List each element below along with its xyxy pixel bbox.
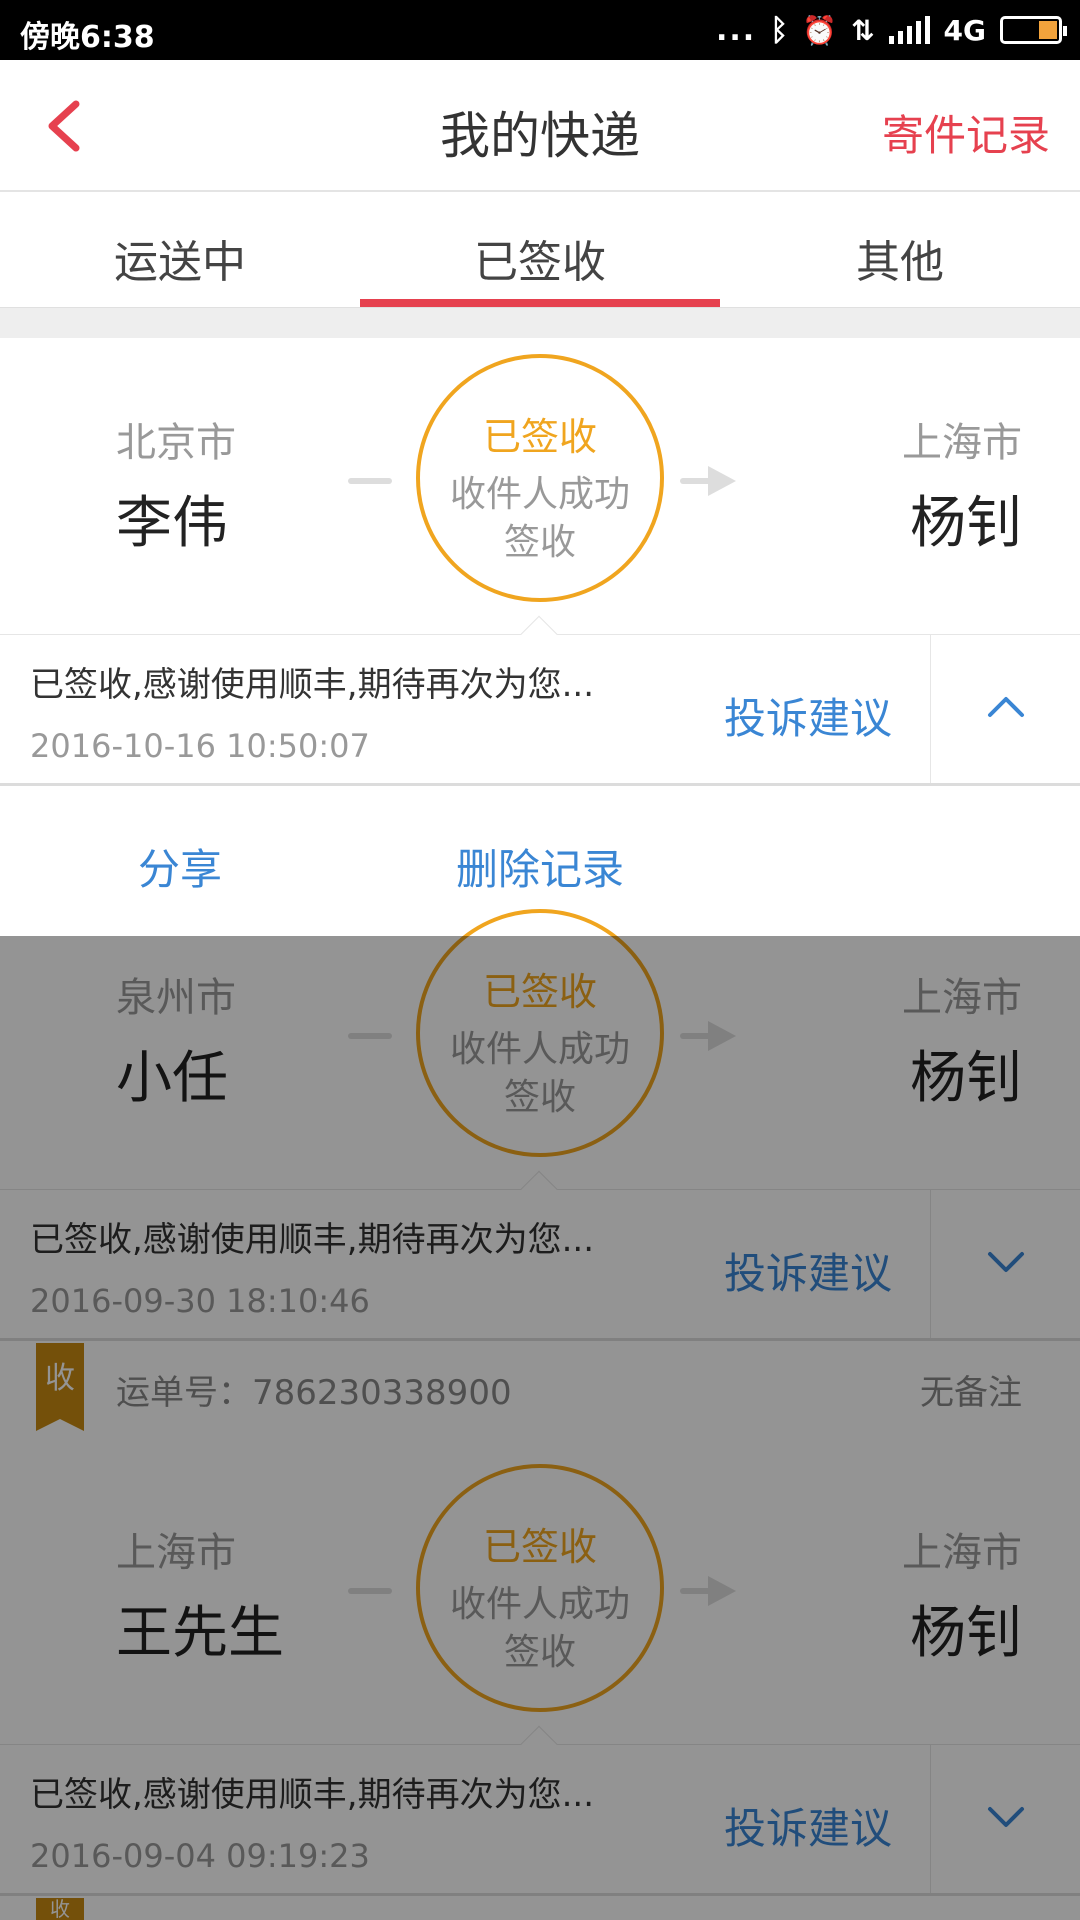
- network-type: 4G: [943, 13, 986, 47]
- status-icons: ... ᛒ ⏰ ⇅ 4G: [715, 10, 1067, 50]
- received-badge-label: 收: [45, 1361, 75, 1396]
- origin-city: 北京市: [116, 420, 236, 466]
- tab-signed[interactable]: 已签收: [360, 192, 720, 307]
- alarm-icon: ⏰: [802, 13, 838, 47]
- tracking-message: 已签收,感谢使用顺丰,期待再次为您...: [30, 1775, 595, 1815]
- status-description: 收件人成功签收: [449, 1584, 630, 1673]
- sender-name: 李伟: [116, 491, 228, 556]
- route-dash: [348, 478, 392, 484]
- waybill-header-partial: 收: [0, 1898, 1080, 1920]
- chevron-up-icon[interactable]: [984, 685, 1028, 729]
- send-records-link[interactable]: 寄件记录: [882, 102, 1050, 163]
- delete-record-button[interactable]: 删除记录: [456, 836, 624, 897]
- nav-bar: 我的快递 寄件记录: [0, 60, 1080, 192]
- battery-icon: [1000, 16, 1067, 44]
- status-circle: 已签收 收件人成功签收: [416, 354, 664, 602]
- tracking-message-row[interactable]: 已签收,感谢使用顺丰,期待再次为您... 2016-10-16 10:50:07…: [0, 615, 1080, 786]
- route-dash: [348, 1033, 392, 1039]
- tab-bar: 运送中 已签收 其他: [0, 192, 1080, 308]
- tracking-timestamp: 2016-09-04 09:19:23: [30, 1837, 370, 1875]
- bluetooth-icon: ᛒ: [770, 12, 789, 48]
- waybill-note: 无备注: [920, 1373, 1022, 1413]
- status-time: 傍晚6:38: [20, 20, 155, 55]
- route-arrow-icon: [680, 466, 736, 496]
- signal-icon: [888, 16, 930, 44]
- shipment-route-card[interactable]: 北京市 李伟 已签收 收件人成功签收 上海市 杨钊: [0, 338, 1080, 634]
- destination-city: 上海市: [902, 420, 1022, 466]
- data-transfer-icon: ⇅: [851, 13, 875, 47]
- received-badge-label: 收: [50, 1898, 70, 1920]
- more-dots-icon: ...: [715, 12, 757, 48]
- route-arrow-icon: [680, 1021, 736, 1051]
- status-label: 已签收: [482, 415, 597, 459]
- tracking-message-row[interactable]: 已签收,感谢使用顺丰,期待再次为您... 2016-09-04 09:19:23…: [0, 1725, 1080, 1896]
- chevron-down-icon[interactable]: [984, 1240, 1028, 1284]
- waybill-header: 收 运单号：786230338900 无备注: [0, 1343, 1080, 1433]
- tab-other[interactable]: 其他: [720, 192, 1080, 307]
- divider: [930, 635, 931, 783]
- tracking-message: 已签收,感谢使用顺丰,期待再次为您...: [30, 1220, 595, 1260]
- shipment-route-card[interactable]: 上海市 王先生 已签收 收件人成功签收 上海市 杨钊: [0, 1448, 1080, 1744]
- status-circle: 已签收 收件人成功签收: [416, 1464, 664, 1712]
- section-gap: [0, 308, 1080, 338]
- sender-name: 小任: [116, 1046, 228, 1111]
- tracking-message: 已签收,感谢使用顺丰,期待再次为您...: [30, 665, 595, 705]
- tab-in-transit[interactable]: 运送中: [0, 192, 360, 307]
- complaint-button[interactable]: 投诉建议: [724, 685, 892, 746]
- tracking-timestamp: 2016-09-30 18:10:46: [30, 1282, 370, 1320]
- destination-city: 上海市: [902, 975, 1022, 1021]
- complaint-button[interactable]: 投诉建议: [724, 1240, 892, 1301]
- divider: [930, 1190, 931, 1338]
- route-dash: [348, 1588, 392, 1594]
- status-description: 收件人成功签收: [449, 1029, 630, 1118]
- recipient-name: 杨钊: [910, 491, 1022, 556]
- tracking-timestamp: 2016-10-16 10:50:07: [30, 727, 370, 765]
- tracking-message-row[interactable]: 已签收,感谢使用顺丰,期待再次为您... 2016-09-30 18:10:46…: [0, 1170, 1080, 1341]
- recipient-name: 杨钊: [910, 1601, 1022, 1666]
- divider: [930, 1745, 931, 1893]
- chevron-down-icon[interactable]: [984, 1795, 1028, 1839]
- shipment-route-card[interactable]: 泉州市 小任 已签收 收件人成功签收 上海市 杨钊: [0, 893, 1080, 1189]
- route-arrow-icon: [680, 1576, 736, 1606]
- complaint-button[interactable]: 投诉建议: [724, 1795, 892, 1856]
- origin-city: 泉州市: [116, 975, 236, 1021]
- waybill-number: 运单号：786230338900: [116, 1373, 512, 1413]
- origin-city: 上海市: [116, 1530, 236, 1576]
- status-description: 收件人成功签收: [449, 474, 630, 563]
- status-label: 已签收: [482, 1525, 597, 1569]
- status-circle: 已签收 收件人成功签收: [416, 909, 664, 1157]
- sender-name: 王先生: [116, 1601, 284, 1666]
- status-bar: 傍晚6:38 ... ᛒ ⏰ ⇅ 4G: [0, 0, 1080, 60]
- share-button[interactable]: 分享: [138, 836, 222, 897]
- destination-city: 上海市: [902, 1530, 1022, 1576]
- recipient-name: 杨钊: [910, 1046, 1022, 1111]
- status-label: 已签收: [482, 970, 597, 1014]
